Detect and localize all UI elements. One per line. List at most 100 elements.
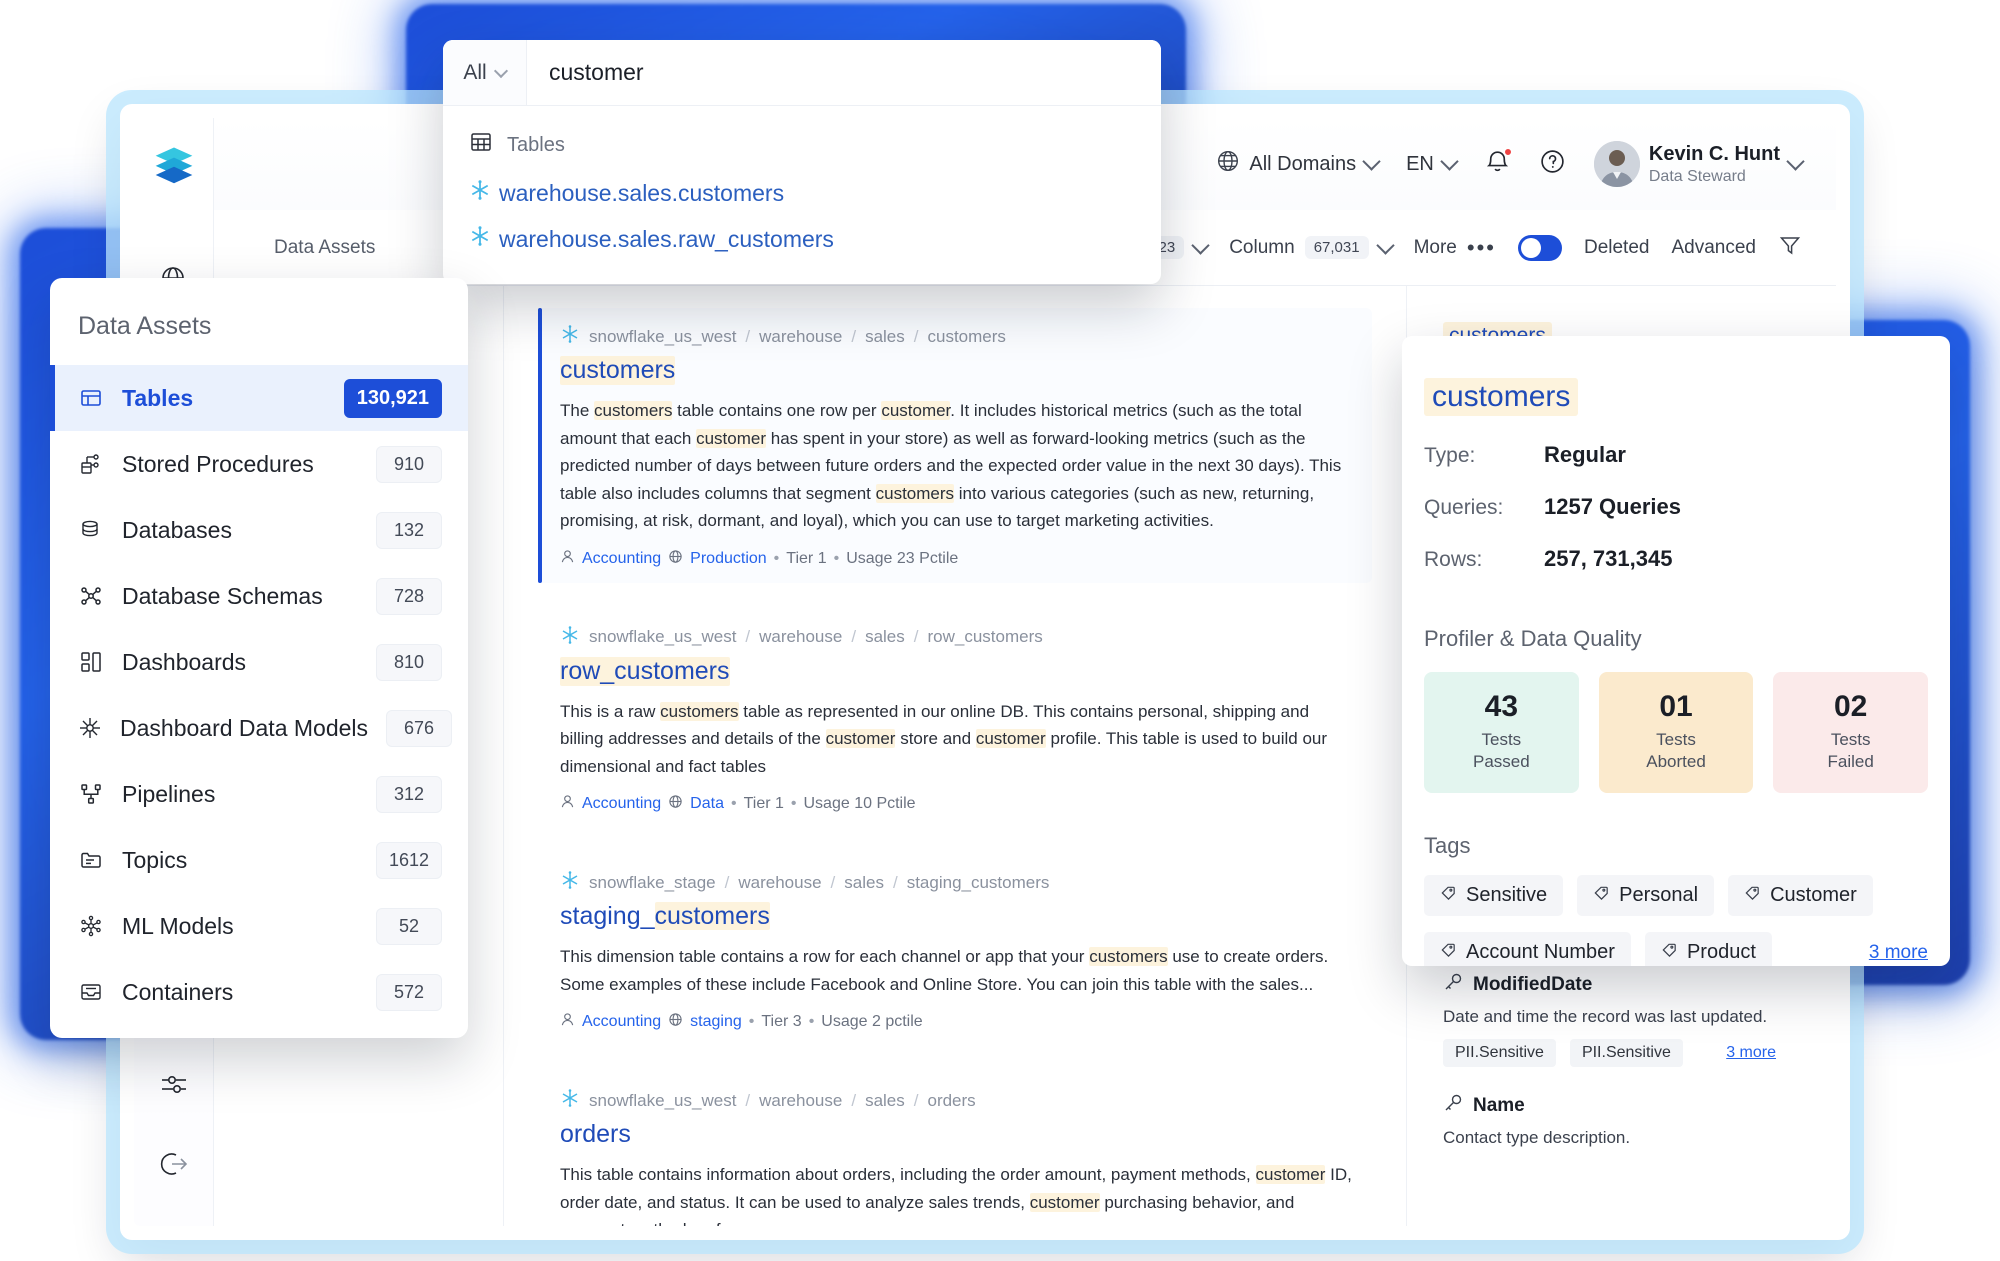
result-usage: Usage 10 Pctile xyxy=(803,795,916,813)
tag-chip[interactable]: Product xyxy=(1644,932,1772,966)
logout-icon[interactable] xyxy=(152,1142,196,1186)
field-tag[interactable]: PII.Sensitive xyxy=(1443,1039,1556,1067)
result-card[interactable]: snowflake_us_west / warehouse / sales / row… xyxy=(538,609,1372,829)
crumb-0: snowflake_us_west xyxy=(589,326,737,346)
meta-separator: • xyxy=(790,795,797,813)
sidebar-item-databases[interactable]: Databases 132 xyxy=(50,497,468,563)
result-title[interactable]: customers xyxy=(560,356,676,385)
crumb-sep: / xyxy=(745,1090,751,1110)
sidebar-item-label: Stored Procedures xyxy=(122,450,314,477)
sidebar-item-topics[interactable]: Topics 1612 xyxy=(50,827,468,893)
tag-label: Account Number xyxy=(1466,941,1615,964)
ellipsis-icon: ••• xyxy=(1466,234,1496,260)
result-card[interactable]: snowflake_us_west / warehouse / sales / cus… xyxy=(538,308,1372,583)
crumb-sep: / xyxy=(913,627,919,647)
result-owner[interactable]: Accounting xyxy=(582,550,661,568)
result-card[interactable]: snowflake_stage / warehouse / sales / stagi… xyxy=(538,854,1372,1046)
filter-more[interactable]: More ••• xyxy=(1414,234,1496,260)
notifications-button[interactable] xyxy=(1484,147,1513,180)
sidebar-item-count: 728 xyxy=(376,577,442,615)
detail-card: customers Type: Regular Queries: 1257 Qu… xyxy=(1402,336,1950,966)
result-owner[interactable]: Accounting xyxy=(582,795,661,813)
crumb-sep: / xyxy=(851,627,857,647)
search-result-item[interactable]: warehouse.sales.customers xyxy=(443,170,1161,216)
stat-tests-aborted: 01 Tests Aborted xyxy=(1598,672,1754,794)
field-row: Name Contact type description. xyxy=(1443,1093,1836,1148)
result-breadcrumb: snowflake_us_west / warehouse / sales / ord… xyxy=(560,1088,1354,1113)
sidebar-item-stored-procedures[interactable]: Stored Procedures 910 xyxy=(50,431,468,497)
settings-sliders-icon[interactable] xyxy=(152,1062,196,1106)
result-usage: Usage 23 Pctile xyxy=(846,549,959,567)
language-selector[interactable]: EN xyxy=(1406,152,1459,176)
tag-chip[interactable]: Customer xyxy=(1728,875,1873,917)
sidebar-item-pipelines[interactable]: Pipelines 312 xyxy=(50,761,468,827)
chevron-down-icon xyxy=(1786,152,1805,171)
domain-label: All Domains xyxy=(1249,152,1357,175)
result-domain[interactable]: Data xyxy=(690,795,724,813)
tag-chip[interactable]: Account Number xyxy=(1424,932,1631,966)
sidebar-item-containers[interactable]: Containers 572 xyxy=(50,959,468,1025)
result-title[interactable]: staging_customers xyxy=(560,902,770,931)
result-title[interactable]: orders xyxy=(560,1120,631,1149)
sidebar-item-tables[interactable]: Tables 130,921 xyxy=(50,365,468,431)
result-breadcrumb: snowflake_stage / warehouse / sales / stagi… xyxy=(560,870,1354,895)
funnel-icon[interactable] xyxy=(1778,233,1802,262)
tags-section-title: Tags xyxy=(1424,833,1471,859)
advanced-label[interactable]: Advanced xyxy=(1671,237,1756,259)
search-input[interactable] xyxy=(527,40,1161,105)
search-result-label: warehouse.sales.customers xyxy=(499,179,785,206)
domain-selector[interactable]: All Domains xyxy=(1216,149,1381,179)
result-domain[interactable]: staging xyxy=(690,1013,742,1031)
result-card[interactable]: snowflake_us_west / warehouse / sales / ord… xyxy=(538,1072,1372,1226)
result-owner[interactable]: Accounting xyxy=(582,1013,661,1031)
sidebar-item-count: 810 xyxy=(376,643,442,681)
meta-separator: • xyxy=(833,549,840,567)
filter-column-count: 67,031 xyxy=(1304,236,1369,259)
topic-icon xyxy=(78,847,104,873)
sidebar-item-database-schemas[interactable]: Database Schemas 728 xyxy=(50,563,468,629)
detail-key: Type: xyxy=(1424,444,1476,467)
deleted-toggle[interactable] xyxy=(1517,234,1562,261)
tags-row-2: Account Number Product 3 more xyxy=(1424,932,1928,966)
crumb-2: sales xyxy=(865,326,905,346)
crumb-1: warehouse xyxy=(759,326,843,346)
crumb-sep: / xyxy=(851,326,857,346)
search-results-dropdown: Tables warehouse.sales.customers warehou… xyxy=(443,106,1161,284)
field-description: Date and time the record was last update… xyxy=(1443,1007,1768,1026)
result-description: This dimension table contains a row for … xyxy=(560,947,1329,994)
tag-chip[interactable]: Sensitive xyxy=(1424,875,1564,917)
tags-more-link[interactable]: 3 more xyxy=(1869,942,1928,964)
domain-icon-small xyxy=(668,1012,683,1032)
sidebar-item-label: Dashboards xyxy=(122,648,247,675)
field-name-label: ModifiedDate xyxy=(1473,974,1593,995)
layers-stack-logo-icon[interactable] xyxy=(152,142,196,186)
tag-icon xyxy=(1440,941,1457,964)
sidebar-item-dashboards[interactable]: Dashboards 810 xyxy=(50,629,468,695)
search-result-item[interactable]: warehouse.sales.raw_customers xyxy=(443,216,1161,262)
stat-number: 43 xyxy=(1484,690,1519,723)
result-domain[interactable]: Production xyxy=(690,550,767,568)
help-circle-icon[interactable] xyxy=(1539,148,1566,180)
tags-row-1: Sensitive Personal Customer xyxy=(1424,875,1928,917)
tag-label: Customer xyxy=(1770,884,1857,907)
sidebar-item-count: 52 xyxy=(376,907,442,945)
sidebar-item-dashboard-data-models[interactable]: Dashboard Data Models 676 xyxy=(50,695,468,761)
snowflake-icon xyxy=(560,1088,580,1113)
field-more-link[interactable]: 3 more xyxy=(1726,1044,1776,1062)
crumb-1: warehouse xyxy=(759,627,843,647)
crumb-1: warehouse xyxy=(759,1090,843,1110)
data-assets-panel: Data Assets Tables 130,921 Stored Proced… xyxy=(50,278,468,1038)
domain-icon-small xyxy=(668,794,683,814)
container-icon xyxy=(78,979,104,1005)
field-description: Contact type description. xyxy=(1443,1128,1631,1147)
result-title[interactable]: row_customers xyxy=(560,656,730,686)
search-scope-selector[interactable]: All xyxy=(443,40,527,105)
filter-column[interactable]: Column 67,031 xyxy=(1229,235,1395,259)
field-tag[interactable]: PII.Sensitive xyxy=(1569,1039,1683,1067)
result-meta: Accounting Data • Tier 1 • Usage 10 Pcti… xyxy=(560,794,1354,814)
detail-key: Rows: xyxy=(1424,548,1483,571)
tag-chip[interactable]: Personal xyxy=(1577,875,1715,917)
sidebar-item-ml-models[interactable]: ML Models 52 xyxy=(50,893,468,959)
sidebar-item-count: 130,921 xyxy=(343,378,442,418)
user-menu[interactable]: Kevin C. Hunt Data Steward xyxy=(1593,141,1805,187)
